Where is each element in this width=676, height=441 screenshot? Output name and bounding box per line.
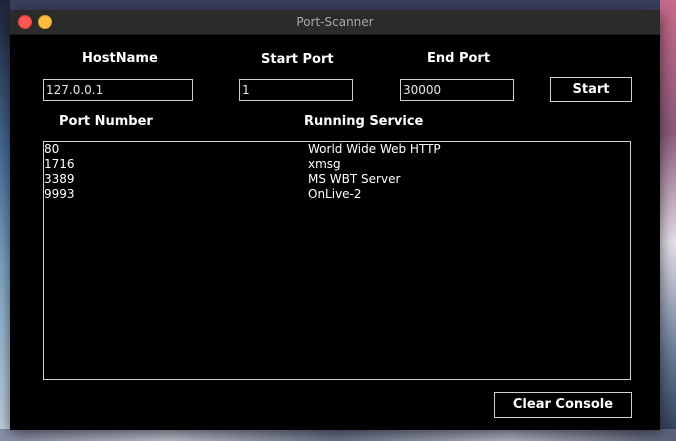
- desktop-wallpaper-right: [660, 0, 676, 441]
- port-scanner-window: Port-Scanner HostName Start Port End Por…: [10, 10, 660, 430]
- start-port-input[interactable]: [239, 79, 353, 101]
- table-row: 3389 MS WBT Server: [44, 172, 630, 187]
- results-console[interactable]: 80 World Wide Web HTTP 1716 xmsg 3389 MS…: [43, 141, 631, 380]
- title-bar[interactable]: Port-Scanner: [10, 10, 660, 35]
- hostname-input[interactable]: [43, 79, 193, 101]
- service-cell: World Wide Web HTTP: [308, 142, 441, 156]
- table-row: 80 World Wide Web HTTP: [44, 142, 630, 157]
- port-cell: 80: [44, 142, 60, 156]
- table-row: 9993 OnLive-2: [44, 187, 630, 202]
- clear-console-button[interactable]: Clear Console: [494, 392, 632, 418]
- end-port-label: End Port: [427, 51, 491, 66]
- port-cell: 9993: [44, 187, 75, 201]
- port-number-header: Port Number: [59, 114, 153, 129]
- desktop-wallpaper-left: [0, 0, 10, 441]
- service-cell: OnLive-2: [308, 187, 362, 201]
- start-button[interactable]: Start: [550, 77, 632, 102]
- end-port-input[interactable]: [400, 79, 514, 101]
- port-cell: 1716: [44, 157, 75, 171]
- hostname-label: HostName: [82, 51, 158, 66]
- table-row: 1716 xmsg: [44, 157, 630, 172]
- port-cell: 3389: [44, 172, 75, 186]
- service-cell: MS WBT Server: [308, 172, 401, 186]
- start-port-label: Start Port: [261, 52, 334, 67]
- desktop-wallpaper-bottom: [0, 429, 676, 441]
- window-title: Port-Scanner: [296, 15, 374, 29]
- service-cell: xmsg: [308, 157, 341, 171]
- running-service-header: Running Service: [304, 114, 424, 129]
